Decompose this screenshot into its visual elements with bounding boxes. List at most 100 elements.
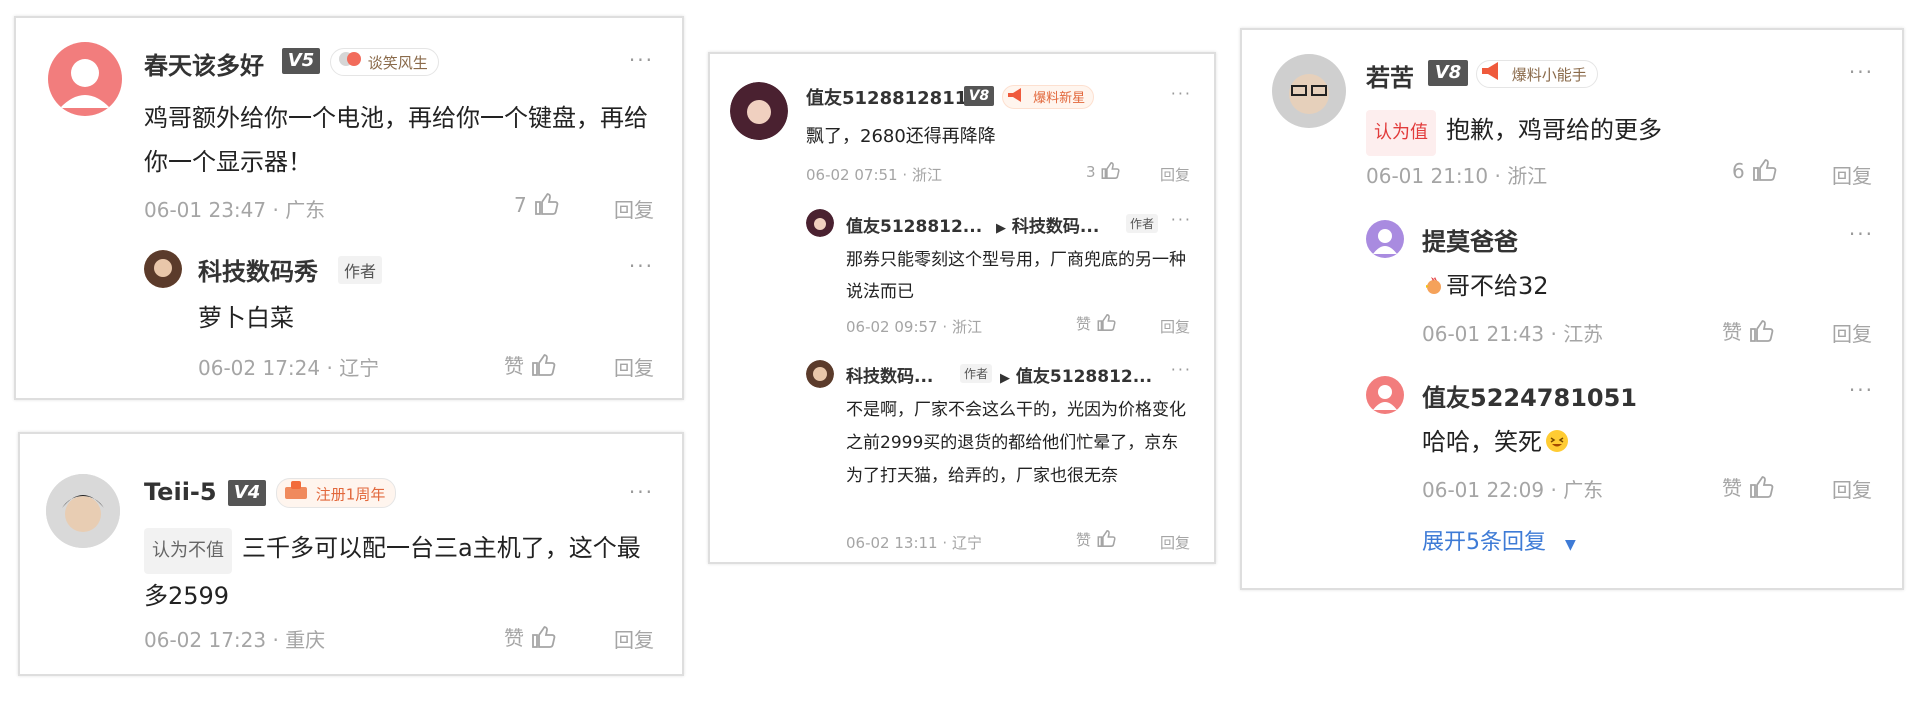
comment-card-2: Teii-5 V4 注册1周年 ··· 认为不值 三千多可以配一台三a主机了，这个…	[18, 432, 684, 676]
more-options-icon[interactable]: ···	[1171, 84, 1192, 103]
comment-text: 哥不给32	[1422, 268, 1549, 304]
like-button[interactable]: 7	[514, 192, 559, 221]
avatar[interactable]	[730, 82, 788, 140]
laughing-emoji-icon	[1542, 428, 1570, 456]
comment-location: 浙江	[1507, 164, 1548, 188]
comment-time: 06-02 13:11	[846, 534, 938, 552]
medal-badge[interactable]: 爆料新星	[1002, 85, 1095, 112]
expand-replies-link[interactable]: 展开5条回复 ▼	[1422, 524, 1576, 556]
reply-button[interactable]: 回复	[614, 624, 654, 653]
comment-body: 抱歉，鸡哥给的更多	[1446, 116, 1662, 144]
reply-button[interactable]: 回复	[1160, 164, 1190, 185]
more-options-icon[interactable]: ···	[629, 48, 654, 72]
like-button[interactable]: 3	[1086, 161, 1120, 184]
like-label: 赞	[1076, 531, 1092, 549]
comment-text: 认为不值 三千多可以配一台三a主机了，这个最多2599	[144, 526, 664, 618]
like-count: 7	[514, 193, 527, 217]
reply-button[interactable]: 回复	[1832, 474, 1872, 503]
like-button[interactable]: 赞	[1076, 313, 1116, 336]
reply-button[interactable]: 回复	[1160, 532, 1190, 553]
reply-button[interactable]: 回复	[614, 352, 654, 381]
thumbs-up-icon	[1748, 319, 1774, 348]
more-options-icon[interactable]: ···	[1849, 378, 1874, 402]
more-options-icon[interactable]: ···	[629, 480, 654, 504]
author-badge: 作者	[338, 256, 383, 284]
username[interactable]: 科技数码秀	[198, 252, 318, 287]
username[interactable]: Teii-5	[144, 478, 217, 506]
comment-text: 那券只能零刻这个型号用，厂商兜底的另一种说法而已	[846, 250, 1186, 302]
medal-badge[interactable]: 爆料小能手	[1476, 60, 1598, 88]
comment-text: 不是啊，厂家不会这么干的，光因为价格变化之前2999买的退货的都给他们忙晕了，京…	[846, 400, 1186, 486]
expand-label: 展开5条回复	[1422, 530, 1546, 555]
more-options-icon[interactable]: ···	[1171, 210, 1192, 229]
username[interactable]: 若苦	[1366, 58, 1414, 93]
username[interactable]: 科技数码...	[846, 362, 933, 387]
avatar[interactable]	[1272, 54, 1346, 128]
thumbs-up-icon	[530, 625, 556, 654]
reply-button[interactable]: 回复	[614, 194, 654, 223]
avatar[interactable]	[46, 474, 120, 548]
like-button[interactable]: 赞	[504, 622, 556, 654]
comment-time: 06-02 17:23	[144, 628, 267, 652]
comment-meta: 06-02 09:57 · 浙江	[846, 318, 982, 336]
reply-target-name: 科技数码...	[1011, 217, 1100, 237]
reply-button[interactable]: 回复	[1832, 160, 1872, 189]
comment-location: 广东	[285, 198, 326, 222]
comment-card-4: 若苦 V8 爆料小能手 ··· 认为值 抱歉，鸡哥给的更多 06-01 21:10…	[1240, 28, 1904, 590]
like-button[interactable]: 6	[1732, 158, 1777, 187]
username[interactable]: 值友5224781051	[1422, 378, 1637, 413]
comment-text: 萝卜白菜	[198, 304, 294, 332]
comment-location: 辽宁	[951, 534, 982, 552]
like-button[interactable]: 赞	[1076, 529, 1116, 552]
comment-time: 06-01 23:47	[144, 198, 267, 222]
comment-location: 江苏	[1563, 322, 1604, 346]
megaphone-icon	[1479, 61, 1507, 89]
comment-location: 重庆	[285, 628, 326, 652]
like-label: 赞	[504, 626, 524, 650]
comment-text: 鸡哥额外给你一个电池，再给你一个键盘，再给你一个显示器！	[144, 104, 648, 176]
comment-meta: 06-02 17:23 · 重庆	[144, 628, 326, 652]
username[interactable]: 提莫爸爸	[1422, 222, 1518, 257]
comment-text: 认为值 抱歉，鸡哥给的更多	[1366, 108, 1662, 156]
reply-button[interactable]: 回复	[1160, 316, 1190, 337]
medal-label: 爆料小能手	[1511, 66, 1587, 84]
thumbs-up-icon	[533, 192, 559, 221]
username[interactable]: 春天该多好	[144, 46, 264, 81]
more-options-icon[interactable]: ···	[1849, 222, 1874, 246]
comment-location: 辽宁	[339, 356, 380, 380]
reply-target[interactable]: ▶ 值友5128812...	[1000, 362, 1152, 387]
medal-badge[interactable]: 注册1周年	[276, 478, 397, 508]
medal-label: 爆料新星	[1033, 91, 1086, 106]
like-label: 赞	[1076, 315, 1092, 333]
like-button[interactable]: 赞	[504, 350, 556, 382]
megaphone-icon	[1005, 86, 1029, 112]
comment-time: 06-01 22:09	[1422, 478, 1545, 502]
avatar[interactable]	[806, 360, 834, 388]
avatar[interactable]	[144, 250, 182, 288]
thumbs-up-icon	[1751, 158, 1777, 187]
avatar[interactable]	[48, 42, 122, 116]
comment-text: 哈哈，笑死	[1422, 424, 1570, 460]
more-options-icon[interactable]: ···	[629, 254, 654, 278]
thumbs-up-icon	[530, 353, 556, 382]
comment-meta: 06-01 22:09 · 广东	[1422, 478, 1604, 502]
reply-target[interactable]: ▶ 科技数码...	[996, 212, 1099, 237]
avatar[interactable]	[806, 209, 834, 237]
comment-time: 06-02 09:57	[846, 318, 938, 336]
rooster-emoji-icon	[1422, 272, 1446, 300]
medal-badge[interactable]: 谈笑风生	[330, 48, 439, 76]
reply-target-name: 值友5128812...	[1015, 367, 1153, 387]
avatar[interactable]	[1366, 220, 1404, 258]
reply-button[interactable]: 回复	[1832, 318, 1872, 347]
avatar[interactable]	[1366, 376, 1404, 414]
like-button[interactable]: 赞	[1722, 316, 1774, 348]
more-options-icon[interactable]: ···	[1171, 360, 1192, 379]
comment-card-3: 值友5128812811 V8 爆料新星 ··· 飘了，2680还得再降降 06…	[708, 52, 1216, 564]
username[interactable]: 值友5128812811	[806, 84, 967, 110]
like-button[interactable]: 赞	[1722, 472, 1774, 504]
stance-tag: 认为不值	[144, 528, 232, 574]
thumbs-up-icon	[1096, 529, 1116, 552]
more-options-icon[interactable]: ···	[1849, 60, 1874, 84]
triangle-right-icon: ▶	[1000, 371, 1010, 386]
username[interactable]: 值友5128812...	[846, 212, 982, 237]
